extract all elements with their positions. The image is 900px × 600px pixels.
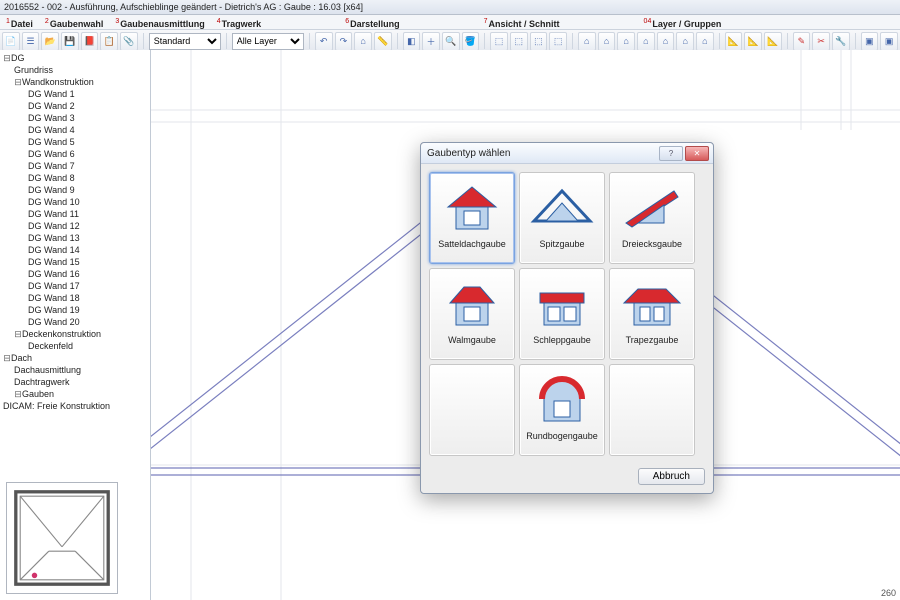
tree-wall-item[interactable]: DG Wand 9: [28, 185, 75, 195]
view-select[interactable]: Standard: [149, 33, 221, 50]
dormer-option-satteldach[interactable]: Satteldachgaube: [429, 172, 515, 264]
tb-g-icon[interactable]: ⌂: [617, 32, 635, 51]
tree-root[interactable]: DG: [11, 53, 25, 63]
tree-wall-item[interactable]: DG Wand 3: [28, 113, 75, 123]
dormer-option-label: Dreiecksgaube: [622, 239, 682, 249]
tree-wall-item[interactable]: DG Wand 8: [28, 173, 75, 183]
tb-new-icon[interactable]: 📄: [2, 32, 20, 51]
tree-wall-item[interactable]: DG Wand 7: [28, 161, 75, 171]
tree-wall-item[interactable]: DG Wand 10: [28, 197, 80, 207]
tree-wall-item[interactable]: DG Wand 18: [28, 293, 80, 303]
tb-h-icon[interactable]: ⌂: [637, 32, 655, 51]
tb-ruler-icon[interactable]: 📏: [374, 32, 392, 51]
tb-c-icon[interactable]: ⬚: [530, 32, 548, 51]
menubar: 1Datei 2Gaubenwahl 3Gaubenausmittlung 4T…: [0, 15, 900, 30]
menu-gaubenwahl[interactable]: 2Gaubenwahl: [39, 15, 109, 29]
tree-dachausmittlung[interactable]: Dachausmittlung: [14, 365, 81, 375]
tree-wall-item[interactable]: DG Wand 16: [28, 269, 80, 279]
tree-wall-item[interactable]: DG Wand 17: [28, 281, 80, 291]
tb-a-icon[interactable]: ⬚: [490, 32, 508, 51]
tb-redo-icon[interactable]: ↷: [335, 32, 353, 51]
tree-wall-item[interactable]: DG Wand 4: [28, 125, 75, 135]
dormer-option-empty1: [429, 364, 515, 456]
tree-deckenfeld[interactable]: Deckenfeld: [28, 341, 73, 351]
dormer-option-label: Trapezgaube: [626, 335, 679, 345]
plan-overview[interactable]: [6, 482, 118, 594]
tb-l-icon[interactable]: 📐: [725, 32, 743, 51]
tree-dach[interactable]: Dach: [11, 353, 32, 363]
tree-wall-item[interactable]: DG Wand 19: [28, 305, 80, 315]
tb-zoom-icon[interactable]: 🔍: [442, 32, 460, 51]
tb-tree-icon[interactable]: ☰: [22, 32, 40, 51]
tree-wall-item[interactable]: DG Wand 13: [28, 233, 80, 243]
dormer-option-trapez[interactable]: Trapezgaube: [609, 268, 695, 360]
dormer-option-label: Rundbogengaube: [526, 431, 598, 441]
tb-m-icon[interactable]: 📐: [744, 32, 762, 51]
tree-wall-item[interactable]: DG Wand 20: [28, 317, 80, 327]
tb-book-icon[interactable]: 📕: [81, 32, 99, 51]
dialog-help-button[interactable]: ?: [659, 146, 683, 161]
tb-o-icon[interactable]: ✎: [793, 32, 811, 51]
tb-i-icon[interactable]: ⌂: [657, 32, 675, 51]
menu-ansicht-schnitt[interactable]: 7Ansicht / Schnitt: [478, 15, 566, 29]
tb-sheet-icon[interactable]: 📋: [100, 32, 118, 51]
dormer-option-label: Satteldachgaube: [438, 239, 506, 249]
tb-b-icon[interactable]: ⬚: [510, 32, 528, 51]
status-value: 260: [881, 588, 896, 598]
dormer-option-empty2: [609, 364, 695, 456]
tb-j-icon[interactable]: ⌂: [676, 32, 694, 51]
tb-f-icon[interactable]: ⌂: [598, 32, 616, 51]
tb-k-icon[interactable]: ⌂: [696, 32, 714, 51]
tb-q-icon[interactable]: 🔧: [832, 32, 850, 51]
dialog-close-button[interactable]: ✕: [685, 146, 709, 161]
dormer-option-spitz[interactable]: Spitzgaube: [519, 172, 605, 264]
tb-n-icon[interactable]: 📐: [764, 32, 782, 51]
dialog-title: Gaubentyp wählen: [425, 148, 657, 159]
tb-cube-icon[interactable]: ◧: [403, 32, 421, 51]
menu-darstellung[interactable]: 6Darstellung: [339, 15, 405, 29]
tree-wall-item[interactable]: DG Wand 1: [28, 89, 75, 99]
tb-home-icon[interactable]: ⌂: [354, 32, 372, 51]
tb-clip-icon[interactable]: 📎: [120, 32, 138, 51]
tb-add-icon[interactable]: ＋: [422, 32, 440, 51]
menu-datei[interactable]: 1Datei: [0, 15, 39, 29]
tree-wall-item[interactable]: DG Wand 5: [28, 137, 75, 147]
dormer-option-label: Spitzgaube: [539, 239, 584, 249]
tree-dicam[interactable]: DICAM: Freie Konstruktion: [3, 401, 110, 411]
menu-layer-gruppen[interactable]: 04Layer / Gruppen: [638, 15, 728, 29]
tree-dachtragwerk[interactable]: Dachtragwerk: [14, 377, 70, 387]
tree-wall-item[interactable]: DG Wand 2: [28, 101, 75, 111]
menu-gaubenausmittlung[interactable]: 3Gaubenausmittlung: [109, 15, 210, 29]
dormer-option-walm[interactable]: Walmgaube: [429, 268, 515, 360]
tree-grundriss[interactable]: Grundriss: [14, 65, 53, 75]
tb-s-icon[interactable]: ▣: [880, 32, 898, 51]
tb-save-icon[interactable]: 💾: [61, 32, 79, 51]
dormer-option-label: Walmgaube: [448, 335, 496, 345]
tree-deckenkonstruktion[interactable]: Deckenkonstruktion: [22, 329, 101, 339]
dialog-abort-button[interactable]: Abbruch: [638, 468, 705, 485]
dialog-titlebar[interactable]: Gaubentyp wählen ? ✕: [421, 143, 713, 164]
tree-wall-item[interactable]: DG Wand 15: [28, 257, 80, 267]
dormer-type-dialog: Gaubentyp wählen ? ✕ Satteldachgaube Spit…: [420, 142, 714, 494]
tree-wall-item[interactable]: DG Wand 6: [28, 149, 75, 159]
tb-p-icon[interactable]: ✂: [812, 32, 830, 51]
tree-gauben[interactable]: Gauben: [22, 389, 54, 399]
tree-wall-item[interactable]: DG Wand 14: [28, 245, 80, 255]
tb-fill-icon[interactable]: 🪣: [462, 32, 480, 51]
dormer-option-label: Schleppgaube: [533, 335, 591, 345]
window-titlebar: 2016552 - 002 - Ausführung, Aufschieblin…: [0, 0, 900, 15]
tree-wandkonstruktion[interactable]: Wandkonstruktion: [22, 77, 94, 87]
tb-undo-icon[interactable]: ↶: [315, 32, 333, 51]
layer-select[interactable]: Alle Layer: [232, 33, 304, 50]
dormer-option-dreieck[interactable]: Dreiecksgaube: [609, 172, 695, 264]
menu-tragwerk[interactable]: 4Tragwerk: [211, 15, 267, 29]
tb-d-icon[interactable]: ⬚: [549, 32, 567, 51]
tree-wall-item[interactable]: DG Wand 11: [28, 209, 79, 219]
dormer-option-rundbogen[interactable]: Rundbogengaube: [519, 364, 605, 456]
dormer-option-schlepp[interactable]: Schleppgaube: [519, 268, 605, 360]
tb-open-icon[interactable]: 📂: [41, 32, 59, 51]
tree-wall-item[interactable]: DG Wand 12: [28, 221, 80, 231]
tb-e-icon[interactable]: ⌂: [578, 32, 596, 51]
tb-r-icon[interactable]: ▣: [861, 32, 879, 51]
